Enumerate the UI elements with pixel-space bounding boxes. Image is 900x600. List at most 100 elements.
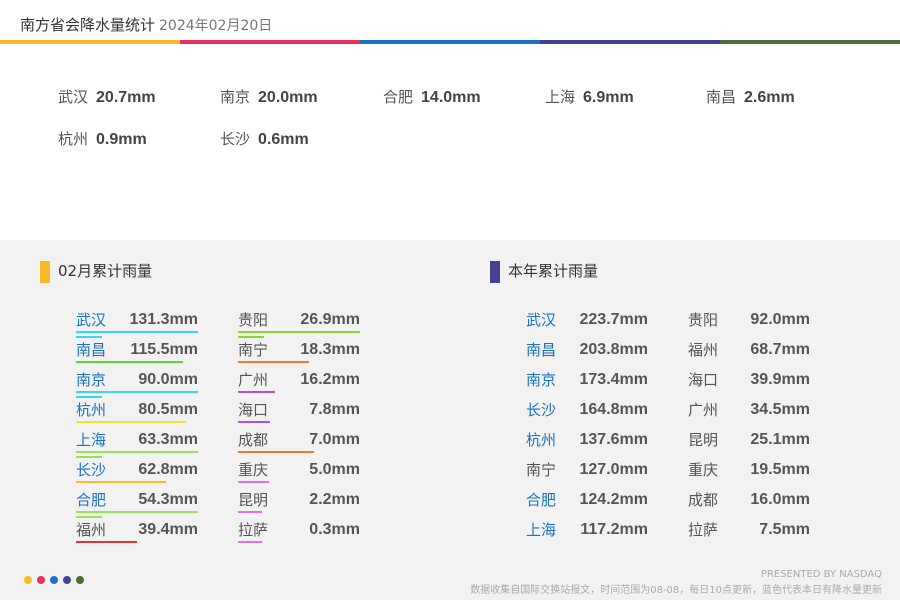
yearly-item: 杭州 137.6mm <box>526 430 651 460</box>
today-item: 南京 20.0mm <box>220 86 318 107</box>
monthly-item: 南京 90.0mm <box>76 370 201 400</box>
rainfall-underline <box>76 541 137 543</box>
city-name: 长沙 <box>76 461 107 479</box>
monthly-item: 成都 7.0mm <box>238 430 363 460</box>
rainfall-value: 127.0mm <box>579 461 649 478</box>
yearly-item: 南宁 127.0mm <box>526 460 651 490</box>
rainfall-value: 34.5mm <box>750 401 810 418</box>
rainfall-underline <box>76 391 198 393</box>
rainfall-underline <box>238 451 314 453</box>
title-date: 2024年02月20日 <box>159 18 273 34</box>
monthly-item: 上海 63.3mm <box>76 430 201 460</box>
rainfall-value: 63.3mm <box>138 431 198 448</box>
city-name: 杭州 <box>526 431 557 449</box>
city-name: 上海 <box>76 431 107 449</box>
monthly-item: 杭州 80.5mm <box>76 400 201 430</box>
rainfall-underline <box>76 481 166 483</box>
rainfall-value: 203.8mm <box>579 341 649 358</box>
rainfall-value: 68.7mm <box>750 341 810 358</box>
rainfall-value: 20.0mm <box>258 89 318 106</box>
page-title: 南方省会降水量统计 2024年02月20日 <box>20 14 272 35</box>
city-name: 海口 <box>238 401 269 419</box>
yearly-item: 成都 16.0mm <box>688 490 813 520</box>
city-name: 合肥 <box>383 88 414 106</box>
city-name: 南宁 <box>238 341 269 359</box>
rainfall-underline-accent <box>238 336 264 338</box>
today-item: 南昌 2.6mm <box>706 86 795 107</box>
rainfall-underline <box>76 421 186 423</box>
rainfall-underline <box>238 511 262 513</box>
rainfall-value: 16.2mm <box>300 371 360 388</box>
today-item: 合肥 14.0mm <box>383 86 481 107</box>
yearly-item: 昆明 25.1mm <box>688 430 813 460</box>
monthly-item: 拉萨 0.3mm <box>238 520 363 550</box>
city-name: 合肥 <box>526 491 557 509</box>
rainfall-underline <box>238 391 275 393</box>
monthly-item: 武汉 131.3mm <box>76 310 201 340</box>
yearly-item: 拉萨 7.5mm <box>688 520 813 550</box>
monthly-item: 合肥 54.3mm <box>76 490 201 520</box>
rainfall-value: 5.0mm <box>309 461 360 478</box>
city-name: 上海 <box>545 88 576 106</box>
credit-text: PRESENTED BY NASDAQ <box>760 569 882 580</box>
monthly-item: 南昌 115.5mm <box>76 340 201 370</box>
monthly-item: 南宁 18.3mm <box>238 340 363 370</box>
yearly-marker <box>490 260 500 283</box>
rainfall-underline-accent <box>76 396 102 398</box>
rainfall-value: 173.4mm <box>579 371 649 388</box>
monthly-item: 广州 16.2mm <box>238 370 363 400</box>
rainfall-value: 25.1mm <box>750 431 810 448</box>
yearly-item: 福州 68.7mm <box>688 340 813 370</box>
color-bar-segment <box>180 40 360 44</box>
rainfall-value: 2.6mm <box>744 89 795 106</box>
rainfall-value: 131.3mm <box>129 311 199 328</box>
city-name: 拉萨 <box>688 521 719 539</box>
monthly-item: 长沙 62.8mm <box>76 460 201 490</box>
rainfall-value: 164.8mm <box>579 401 649 418</box>
city-name: 南京 <box>76 371 107 389</box>
rainfall-underline-accent <box>76 336 102 338</box>
color-dot <box>76 576 84 584</box>
city-name: 重庆 <box>238 461 269 479</box>
monthly-marker <box>40 260 50 283</box>
monthly-item: 贵阳 26.9mm <box>238 310 363 340</box>
rainfall-value: 62.8mm <box>138 461 198 478</box>
city-name: 成都 <box>688 491 719 509</box>
rainfall-underline <box>238 481 269 483</box>
city-name: 昆明 <box>238 491 269 509</box>
city-name: 南京 <box>526 371 557 389</box>
today-item: 长沙 0.6mm <box>220 128 309 149</box>
rainfall-value: 18.3mm <box>300 341 360 358</box>
rainfall-value: 124.2mm <box>579 491 649 508</box>
monthly-title-text: 02月累计雨量 <box>58 262 153 280</box>
city-name: 贵阳 <box>238 311 269 329</box>
city-name: 贵阳 <box>688 311 719 329</box>
rainfall-underline-accent <box>76 516 102 518</box>
city-name: 福州 <box>688 341 719 359</box>
header: 南方省会降水量统计 2024年02月20日 <box>0 0 900 45</box>
rainfall-value: 0.9mm <box>96 131 147 148</box>
city-name: 上海 <box>526 521 557 539</box>
color-dot <box>63 576 71 584</box>
rainfall-value: 117.2mm <box>580 521 648 538</box>
rainfall-underline <box>76 511 198 513</box>
yearly-item: 南昌 203.8mm <box>526 340 651 370</box>
city-name: 武汉 <box>526 311 557 329</box>
city-name: 拉萨 <box>238 521 269 539</box>
color-bar <box>0 40 900 44</box>
city-name: 南昌 <box>76 341 107 359</box>
rainfall-value: 7.0mm <box>309 431 360 448</box>
rainfall-underline <box>238 331 360 333</box>
city-name: 南宁 <box>526 461 557 479</box>
city-name: 杭州 <box>58 130 89 148</box>
color-bar-segment <box>720 40 900 44</box>
yearly-item: 贵阳 92.0mm <box>688 310 813 340</box>
yearly-item: 长沙 164.8mm <box>526 400 651 430</box>
rainfall-value: 20.7mm <box>96 89 156 106</box>
city-name: 南昌 <box>706 88 737 106</box>
color-bar-segment <box>0 40 180 44</box>
rainfall-underline <box>238 421 270 423</box>
city-name: 武汉 <box>58 88 89 106</box>
rainfall-value: 39.9mm <box>750 371 810 388</box>
monthly-item: 福州 39.4mm <box>76 520 201 550</box>
